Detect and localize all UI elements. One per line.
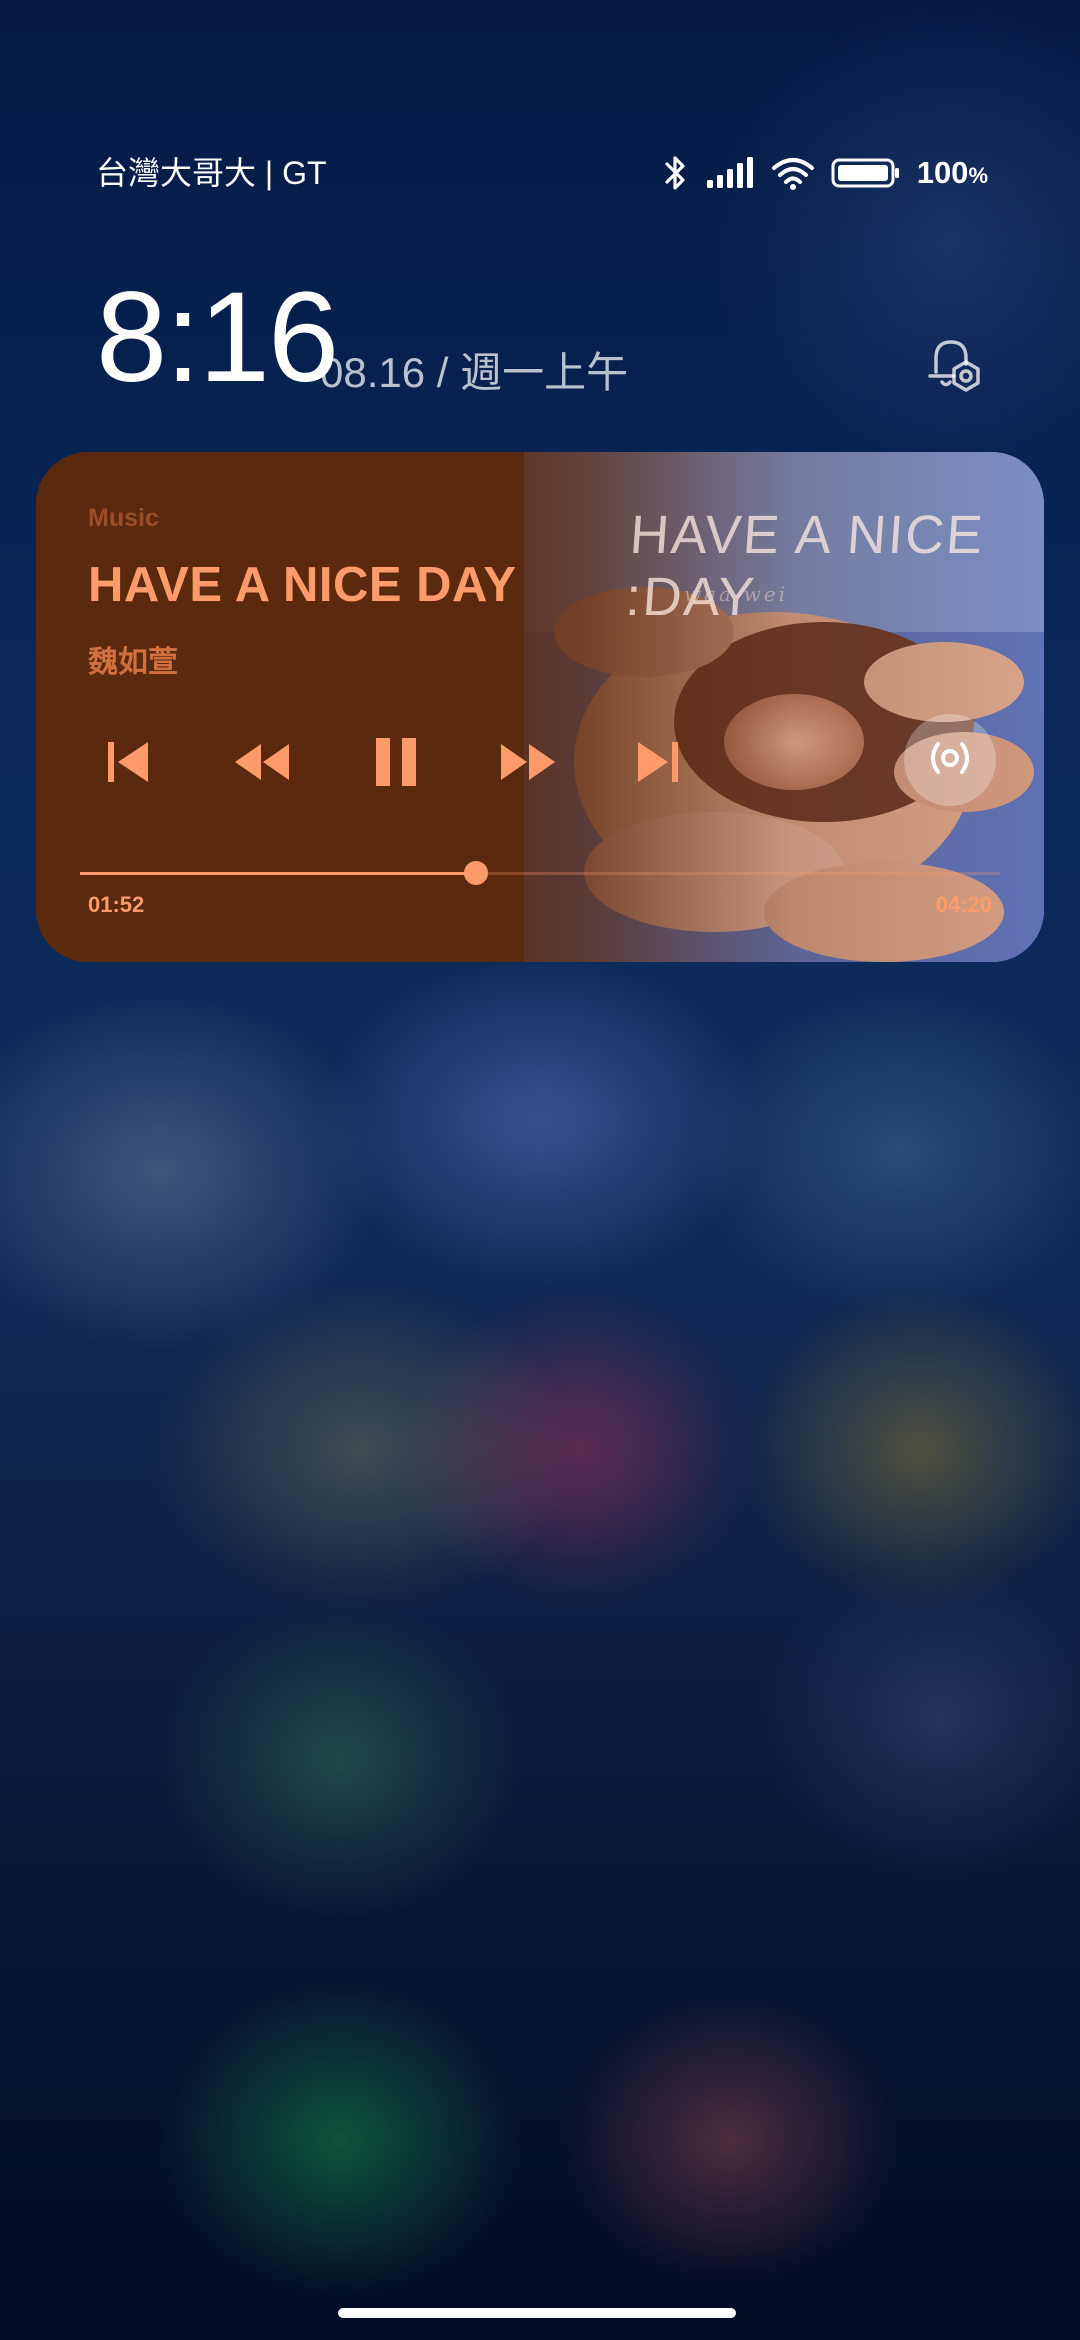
battery-value: 100 xyxy=(916,155,969,190)
elapsed-time: 01:52 xyxy=(88,892,145,917)
lockscreen-clock: 8:16 xyxy=(96,266,339,409)
cast-button[interactable] xyxy=(904,714,996,806)
bluetooth-icon xyxy=(663,153,689,193)
total-duration: 04:20 xyxy=(935,892,992,917)
next-track-button[interactable] xyxy=(618,724,698,804)
next-track-icon xyxy=(630,734,686,795)
previous-track-icon xyxy=(100,734,156,795)
cast-icon xyxy=(920,728,980,793)
album-art-title: HAVE A NICE :DAY xyxy=(623,505,987,627)
media-source-label: Music xyxy=(88,504,159,532)
progress-bar[interactable] xyxy=(80,861,1000,885)
status-bar: 台灣大哥大 | GT 100% xyxy=(0,150,1080,198)
music-player-card[interactable]: HAVE A NICE :DAY waa-wei Music HAVE A NI… xyxy=(36,452,1044,962)
previous-track-button[interactable] xyxy=(88,724,168,804)
rewind-button[interactable] xyxy=(222,724,302,804)
pause-icon xyxy=(368,734,424,795)
lock-screen-settings-icon[interactable] xyxy=(918,334,988,404)
rewind-icon xyxy=(229,734,295,795)
fast-forward-button[interactable] xyxy=(488,724,568,804)
carrier-label: 台灣大哥大 | GT xyxy=(96,155,327,191)
wifi-icon xyxy=(771,156,815,190)
lockscreen-date: 08.16 / 週一上午 xyxy=(320,349,629,396)
battery-icon xyxy=(831,157,901,189)
signal-icon xyxy=(705,156,755,190)
progress-thumb[interactable] xyxy=(463,861,488,885)
home-indicator[interactable] xyxy=(338,2308,736,2318)
song-artist: 魏如萱 xyxy=(88,646,178,679)
fast-forward-icon xyxy=(495,734,561,795)
progress-fill xyxy=(80,872,476,875)
battery-unit: % xyxy=(968,163,988,188)
song-title: HAVE A NICE DAY xyxy=(88,558,517,612)
pause-button[interactable] xyxy=(356,724,436,804)
status-icons: 100% xyxy=(663,150,988,196)
battery-percentage: 100% xyxy=(917,155,988,191)
album-art-signature: waa-wei xyxy=(684,582,789,606)
